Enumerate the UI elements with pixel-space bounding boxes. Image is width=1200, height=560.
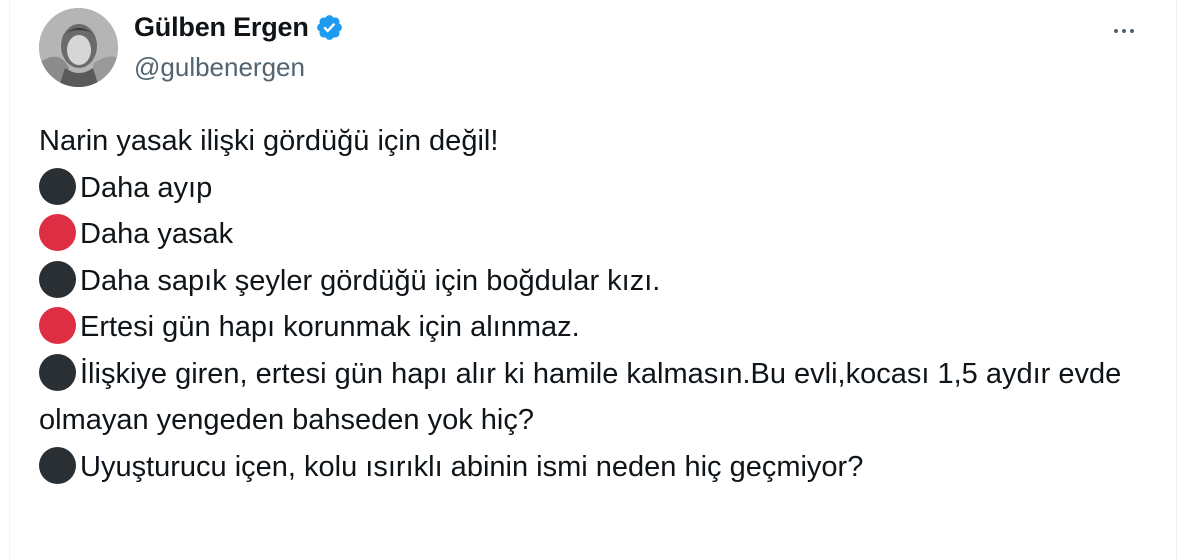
- red-circle-icon: [39, 214, 76, 251]
- black-circle-icon: [39, 260, 76, 298]
- avatar-photo-icon: [39, 8, 118, 87]
- tweet-line: Daha yasak: [39, 211, 1149, 258]
- author-name[interactable]: Gülben Ergen: [134, 12, 309, 43]
- tweet-line: Uyuşturucu içen, kolu ısırıklı abinin is…: [39, 444, 1149, 491]
- author-row: Gülben Ergen: [134, 12, 344, 43]
- verified-badge-icon: [316, 15, 342, 40]
- tweet-line: Ertesi gün hapı korunmak için alınmaz.: [39, 304, 1149, 351]
- tweet-line: İlişkiye giren, ertesi gün hapı alır ki …: [39, 351, 1149, 444]
- tweet-text: Narin yasak ilişki gördüğü için değil! D…: [39, 118, 1149, 490]
- tweet-intro: Narin yasak ilişki gördüğü için değil!: [39, 125, 499, 157]
- black-circle-icon: [39, 353, 76, 391]
- tweet-line: Daha ayıp: [39, 165, 1149, 212]
- more-horizontal-icon: [1114, 29, 1118, 33]
- black-circle-icon: [39, 446, 76, 484]
- black-circle-icon: [39, 167, 76, 205]
- tweet-line: Daha sapık şeyler gördüğü için boğdular …: [39, 258, 1149, 305]
- avatar[interactable]: [39, 8, 118, 87]
- red-circle-icon: [39, 307, 76, 344]
- author-handle[interactable]: @gulbenergen: [134, 52, 305, 83]
- more-button[interactable]: [1107, 14, 1141, 48]
